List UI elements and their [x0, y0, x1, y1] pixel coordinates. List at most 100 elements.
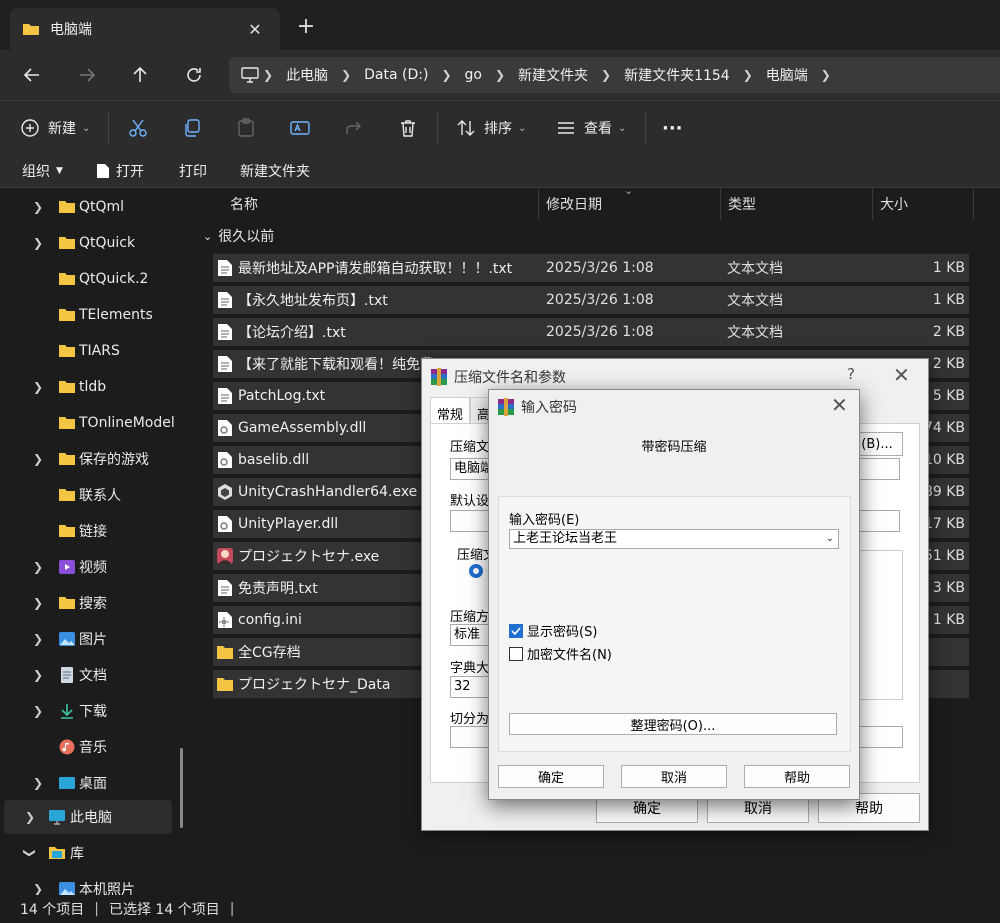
chevron-right-icon[interactable]: ❯: [32, 236, 44, 250]
more-options-button[interactable]: ···: [662, 113, 683, 143]
chevron-right-icon[interactable]: ❯: [32, 596, 44, 610]
forward-button[interactable]: [72, 60, 102, 90]
sidebar-item-this-pc[interactable]: ❯ 此电脑: [4, 800, 172, 834]
file-name: 免责声明.txt: [238, 581, 318, 597]
cancel-button[interactable]: 取消: [621, 765, 727, 788]
new-button[interactable]: 新建 ⌄: [20, 113, 90, 143]
open-menu-item[interactable]: 打开: [96, 161, 144, 181]
file-size: 1 KB: [932, 260, 965, 276]
folder-icon: [59, 345, 75, 357]
sidebar-item-label: QtQuick: [79, 235, 136, 251]
sidebar-item-contacts[interactable]: 联系人: [4, 478, 172, 512]
chevron-down-icon[interactable]: ❯: [23, 847, 37, 859]
file-row[interactable]: 【论坛介绍】.txt 2025/3/26 1:08 文本文档 2 KB: [213, 318, 969, 346]
paste-button[interactable]: [236, 113, 256, 143]
sidebar-item-library[interactable]: ❯ 库: [4, 836, 172, 870]
chevron-right-icon[interactable]: ❯: [32, 200, 44, 214]
sidebar-item-search[interactable]: ❯ 搜索: [4, 586, 172, 620]
new-folder-menu-item[interactable]: 新建文件夹: [240, 161, 310, 181]
breadcrumb-item[interactable]: 新建文件夹1154: [624, 65, 730, 85]
breadcrumb-item[interactable]: go: [465, 67, 482, 83]
column-header-size[interactable]: 大小: [873, 188, 974, 220]
sidebar-item-tiars[interactable]: TIARS: [4, 334, 172, 368]
column-header-name[interactable]: 名称: [223, 188, 539, 220]
chevron-right-icon[interactable]: ❯: [32, 560, 44, 574]
breadcrumb-item[interactable]: Data (D:): [364, 67, 428, 83]
ok-button[interactable]: 确定: [498, 765, 604, 788]
share-button[interactable]: [344, 113, 364, 143]
organize-passwords-button[interactable]: 整理密码(O)...: [509, 713, 837, 735]
column-header-type[interactable]: 类型: [721, 188, 873, 220]
help-icon[interactable]: ?: [847, 365, 855, 383]
password-input[interactable]: 上老王论坛当老王 ⌄: [509, 529, 839, 549]
back-button[interactable]: [17, 60, 47, 90]
folder-icon: [59, 417, 75, 429]
sidebar-scrollbar[interactable]: [180, 748, 183, 828]
address-bar[interactable]: ❯ 此电脑 ❯ Data (D:) ❯ go ❯ 新建文件夹 ❯ 新建文件夹11…: [229, 57, 1000, 93]
folder-icon: [217, 646, 233, 659]
file-size: 51 KB: [923, 548, 965, 564]
sidebar-item-documents[interactable]: ❯ 文档: [4, 658, 172, 692]
sidebar-item-downloads[interactable]: ❯ 下载: [4, 694, 172, 728]
chevron-right-icon[interactable]: ❯: [32, 776, 44, 790]
chevron-right-icon[interactable]: ❯: [32, 380, 44, 394]
close-tab-icon[interactable]: ✕: [244, 18, 266, 40]
sidebar-item-pictures[interactable]: ❯ 图片: [4, 622, 172, 656]
dialog-title-bar[interactable]: 输入密码: [497, 397, 577, 417]
menu-strip: 组织 ▼ 打开 打印 新建文件夹: [0, 154, 1000, 188]
chevron-right-icon[interactable]: ❯: [32, 882, 44, 895]
print-menu-item[interactable]: 打印: [179, 161, 207, 181]
close-icon[interactable]: ✕: [893, 363, 910, 387]
sidebar-item-desktop[interactable]: ❯ 桌面: [4, 766, 172, 800]
sidebar-item-links[interactable]: 链接: [4, 514, 172, 548]
group-header[interactable]: ⌄ 很久以前: [203, 226, 274, 246]
chevron-right-icon[interactable]: ❯: [32, 452, 44, 466]
sidebar-item-qtquick[interactable]: ❯ QtQuick: [4, 226, 172, 260]
chevron-right-icon[interactable]: ❯: [32, 668, 44, 682]
file-row[interactable]: 【永久地址发布页】.txt 2025/3/26 1:08 文本文档 1 KB: [213, 286, 969, 314]
chevron-down-icon: ⌄: [203, 229, 213, 243]
sidebar-item-qtqml[interactable]: ❯ QtQml: [4, 190, 172, 224]
refresh-button[interactable]: [179, 60, 209, 90]
sidebar-item-music[interactable]: 音乐: [4, 730, 172, 764]
chevron-right-icon[interactable]: ❯: [821, 68, 831, 82]
password-group: 输入密码(E) 上老王论坛当老王 ⌄ 显示密码(S) 加密文件名(N) 整理密码…: [498, 496, 851, 752]
view-button[interactable]: 查看 ⌄: [556, 113, 626, 143]
sidebar-item-camera-roll[interactable]: ❯ 本机照片: [4, 872, 172, 895]
sort-button[interactable]: 排序 ⌄: [456, 113, 526, 143]
show-password-checkbox[interactable]: 显示密码(S): [509, 621, 597, 640]
chevron-right-icon[interactable]: ❯: [32, 632, 44, 646]
breadcrumb-item[interactable]: 此电脑: [286, 65, 328, 85]
rename-button[interactable]: [290, 113, 310, 143]
breadcrumb-item[interactable]: 新建文件夹: [518, 65, 588, 85]
cut-button[interactable]: [128, 113, 148, 143]
up-button[interactable]: [125, 60, 155, 90]
chevron-down-icon: ⌄: [618, 122, 627, 134]
new-tab-button[interactable]: +: [293, 14, 319, 40]
column-header-label: 类型: [728, 197, 756, 213]
sidebar-item-tldb[interactable]: ❯ tldb: [4, 370, 172, 404]
dialog-title-bar[interactable]: 压缩文件名和参数: [430, 367, 566, 387]
sidebar-item-qtquick2[interactable]: QtQuick.2: [4, 262, 172, 296]
trash-icon: [401, 120, 415, 137]
dialog-title: 压缩文件名和参数: [454, 370, 566, 386]
tab-current[interactable]: 电脑端 ✕: [10, 8, 280, 50]
sidebar-item-videos[interactable]: ❯ 视频: [4, 550, 172, 584]
breadcrumb-item[interactable]: 电脑端: [766, 65, 808, 85]
encrypt-filenames-checkbox[interactable]: 加密文件名(N): [509, 644, 612, 663]
sidebar-item-telements[interactable]: TElements: [4, 298, 172, 332]
file-row[interactable]: 最新地址及APP请发邮箱自动获取！！！.txt 2025/3/26 1:08 文…: [213, 254, 969, 282]
close-icon[interactable]: ✕: [831, 393, 848, 417]
help-button[interactable]: 帮助: [744, 765, 850, 788]
copy-button[interactable]: [182, 113, 202, 143]
format-rar-radio[interactable]: [469, 564, 483, 578]
chevron-right-icon[interactable]: ❯: [32, 704, 44, 718]
arrow-up-icon: [133, 66, 147, 82]
delete-button[interactable]: [398, 113, 418, 143]
status-bar: 14 个项目 | 已选择 14 个项目 |: [0, 895, 1000, 923]
chevron-right-icon[interactable]: ❯: [24, 810, 36, 824]
sidebar-item-tonlinemodel[interactable]: TOnlineModel: [4, 406, 175, 440]
chevron-down-icon[interactable]: ⌄: [826, 530, 834, 548]
sidebar-item-saved-games[interactable]: ❯ 保存的游戏: [4, 442, 172, 476]
organize-menu[interactable]: 组织 ▼: [22, 161, 63, 181]
